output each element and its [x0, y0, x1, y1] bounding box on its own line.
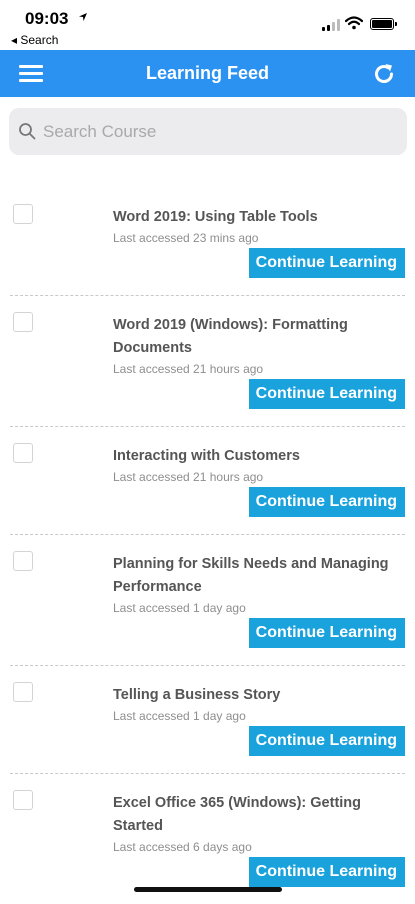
- last-accessed-text: Last accessed 21 hours ago: [113, 362, 264, 376]
- course-title[interactable]: Excel Office 365 (Windows): Getting Star…: [113, 774, 397, 838]
- back-to-search-link[interactable]: ◂ Search: [11, 33, 58, 47]
- page-title: Learning Feed: [145, 63, 270, 83]
- continue-learning-button[interactable]: Continue Learning: [248, 248, 405, 278]
- last-accessed-text: Last accessed 1 day ago: [113, 709, 246, 723]
- last-accessed-text: Last accessed 1 day ago: [113, 601, 246, 615]
- list-item: Word 2019: Using Table Tools Last access…: [10, 188, 405, 296]
- continue-learning-button[interactable]: Continue Learning: [248, 857, 405, 887]
- cellular-signal-icon: [322, 18, 342, 31]
- list-item: Excel Office 365 (Windows): Getting Star…: [10, 774, 405, 904]
- course-title[interactable]: Planning for Skills Needs and Managing P…: [113, 535, 397, 599]
- item-checkbox[interactable]: [13, 204, 33, 224]
- search-input[interactable]: [41, 116, 400, 148]
- header-bar: Learning Feed: [0, 50, 415, 97]
- item-checkbox[interactable]: [13, 790, 33, 810]
- status-time: 09:03: [25, 9, 69, 28]
- continue-learning-button[interactable]: Continue Learning: [248, 618, 405, 648]
- status-bar: 09:03 ◂ Search: [0, 0, 415, 50]
- course-title[interactable]: Word 2019: Using Table Tools: [113, 188, 397, 229]
- item-checkbox[interactable]: [13, 312, 33, 332]
- continue-learning-button[interactable]: Continue Learning: [248, 726, 405, 756]
- last-accessed-text: Last accessed 21 hours ago: [113, 470, 264, 484]
- last-accessed-text: Last accessed 23 mins ago: [113, 231, 259, 245]
- item-checkbox[interactable]: [13, 682, 33, 702]
- search-icon: [19, 123, 36, 140]
- course-title[interactable]: Word 2019 (Windows): Formatting Document…: [113, 296, 397, 360]
- list-item: Word 2019 (Windows): Formatting Document…: [10, 296, 405, 427]
- last-accessed-text: Last accessed 6 days ago: [113, 840, 252, 854]
- item-checkbox[interactable]: [13, 551, 33, 571]
- refresh-icon[interactable]: [372, 62, 396, 86]
- wifi-icon: [345, 16, 363, 30]
- list-item: Planning for Skills Needs and Managing P…: [10, 535, 405, 666]
- course-title[interactable]: Telling a Business Story: [113, 666, 397, 707]
- home-indicator[interactable]: [134, 887, 282, 892]
- battery-icon: [370, 18, 397, 30]
- continue-learning-button[interactable]: Continue Learning: [248, 487, 405, 517]
- list-item: Telling a Business Story Last accessed 1…: [10, 666, 405, 774]
- continue-learning-button[interactable]: Continue Learning: [248, 379, 405, 409]
- location-arrow-icon: [79, 13, 87, 21]
- item-checkbox[interactable]: [13, 443, 33, 463]
- search-bar: [9, 108, 407, 155]
- learning-feed-list: Word 2019: Using Table Tools Last access…: [0, 188, 415, 904]
- course-title[interactable]: Interacting with Customers: [113, 427, 397, 468]
- list-item: Interacting with Customers Last accessed…: [10, 427, 405, 535]
